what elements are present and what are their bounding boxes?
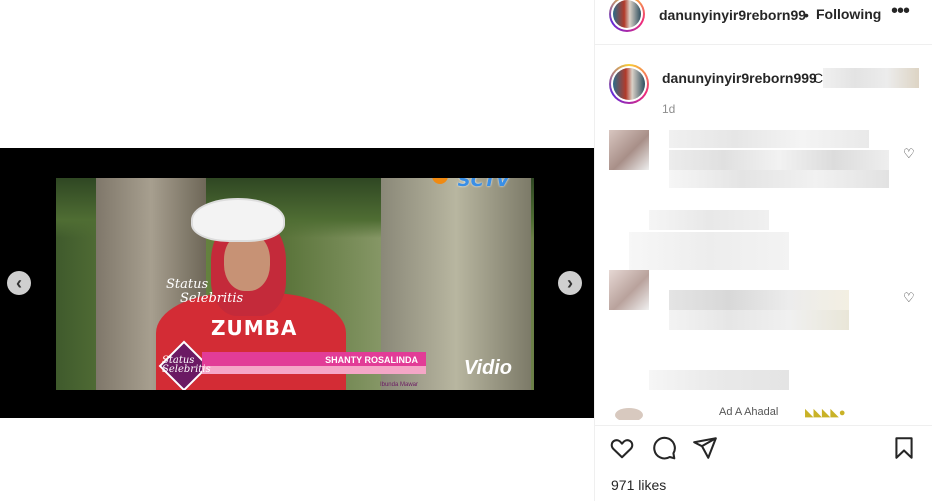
lower-third-badge: Status Selebritis: [162, 356, 211, 375]
following-button[interactable]: Following: [816, 6, 881, 22]
previous-button[interactable]: ‹: [7, 271, 31, 295]
show-logo-line1: Status: [166, 277, 209, 292]
like-comment-heart-icon[interactable]: ♡: [903, 290, 915, 306]
like-heart-icon[interactable]: [609, 435, 635, 461]
lower-third-name: SHANTY ROSALINDA: [325, 355, 418, 365]
like-comment-heart-icon[interactable]: ♡: [903, 146, 915, 162]
vidio-watermark: Vidio: [463, 357, 512, 379]
share-icon[interactable]: [692, 435, 718, 461]
post-actions: 971 likes: [595, 425, 932, 502]
separator-dot: •: [804, 7, 809, 23]
video-frame[interactable]: ZUMBA SCTV Status Selebritis Status Sele…: [0, 148, 594, 418]
author-username[interactable]: danunyinyir9reborn99: [659, 7, 806, 23]
lower-third-sub-bar: Ibunda Mawar: [202, 366, 426, 388]
post-details-panel: danunyinyir9reborn99 • Following ••• dan…: [594, 0, 932, 502]
more-options-icon[interactable]: •••: [891, 0, 910, 23]
white-visor-hat: [191, 198, 285, 242]
lower-third-badge-line2: Selebritis: [162, 364, 211, 375]
comment-fragment: Ad A Ahadal: [719, 406, 779, 418]
lower-third: Status Selebritis SHANTY ROSALINDA Ibund…: [158, 340, 426, 390]
post-media: ZUMBA SCTV Status Selebritis Status Sele…: [0, 0, 594, 501]
caption-blurred: [823, 68, 919, 88]
next-button[interactable]: ›: [558, 271, 582, 295]
lower-third-subtitle: Ibunda Mawar: [379, 382, 418, 388]
chevron-right-icon: ›: [567, 273, 573, 293]
comment-item-partial: Ad A Ahadal ◣◣◣◣●: [609, 406, 889, 420]
chevron-left-icon: ‹: [16, 273, 22, 293]
author-avatar[interactable]: [609, 0, 645, 32]
post-header: danunyinyir9reborn99 • Following •••: [595, 0, 932, 45]
show-logo-line2: Selebritis: [180, 291, 244, 306]
shirt-print: ZUMBA: [211, 316, 298, 340]
comment-avatar: [615, 408, 643, 420]
video-still: ZUMBA SCTV Status Selebritis Status Sele…: [56, 178, 534, 390]
caption-timestamp: 1d: [662, 102, 676, 116]
emoji-row-icon: ◣◣◣◣●: [805, 407, 846, 419]
save-bookmark-icon[interactable]: [891, 435, 917, 461]
likes-count[interactable]: 971 likes: [611, 477, 666, 493]
comment-avatar: [609, 270, 649, 310]
show-logo: Status Selebritis: [166, 278, 243, 306]
caption-avatar[interactable]: [609, 64, 649, 104]
caption-username[interactable]: danunyinyir9reborn999: [662, 70, 817, 86]
lower-third-name-bar: SHANTY ROSALINDA: [202, 352, 426, 366]
caption-text: C: [813, 70, 824, 86]
channel-logo: SCTV: [457, 178, 510, 191]
comment-icon[interactable]: [651, 435, 677, 461]
avatar-image: [613, 0, 641, 28]
comment-avatar: [609, 130, 649, 170]
avatar-image: [613, 68, 645, 100]
